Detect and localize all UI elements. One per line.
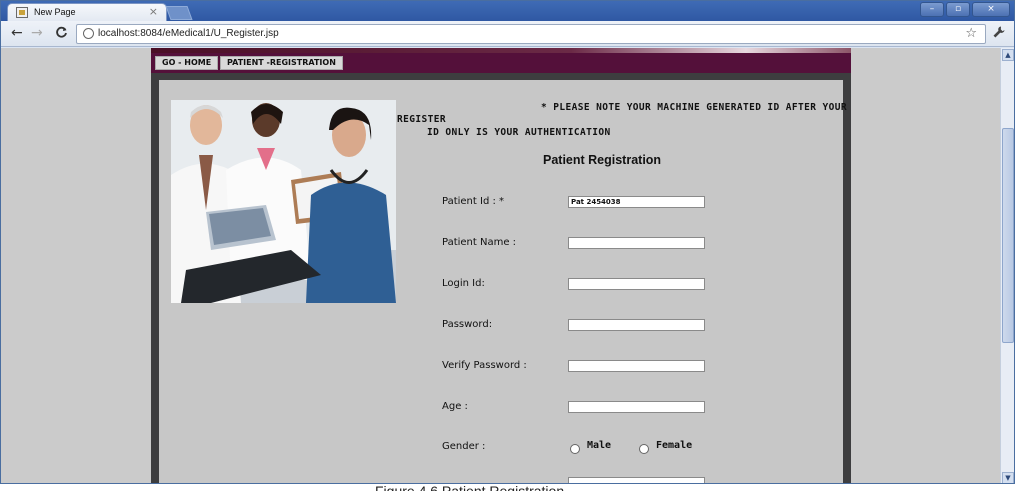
next-field-input[interactable] <box>568 477 705 483</box>
gender-male-radio[interactable] <box>570 444 580 454</box>
new-tab-button[interactable] <box>165 6 193 20</box>
gender-label: Gender : <box>442 441 486 452</box>
notice-line-1: * PLEASE NOTE YOUR MACHINE GENERATED ID … <box>541 102 847 113</box>
patient-id-input[interactable]: Pat 2454038 <box>568 196 705 208</box>
notice-line-3: ID ONLY IS YOUR AUTHENTICATION <box>427 127 611 138</box>
notice-line-2: REGISTER <box>397 114 446 125</box>
tab-close-icon[interactable]: × <box>149 5 158 18</box>
browser-tab[interactable]: New Page × <box>7 3 167 21</box>
vertical-scrollbar[interactable]: ▲ ▼ <box>1000 48 1014 483</box>
maximize-button[interactable]: ▫ <box>946 2 970 17</box>
form-title: Patient Registration <box>543 153 662 167</box>
password-input[interactable] <box>568 319 705 331</box>
address-bar[interactable]: localhost:8084/eMedical1/U_Register.jsp … <box>76 24 986 44</box>
menu-patient-registration[interactable]: PATIENT -REGISTRATION <box>220 56 343 70</box>
figure-caption: Figure 4.6 Patient Registration <box>375 483 565 491</box>
bookmark-star-icon[interactable]: ☆ <box>965 26 977 41</box>
scroll-thumb[interactable] <box>1002 128 1014 343</box>
reload-icon[interactable] <box>55 26 68 43</box>
scroll-up-arrow-icon[interactable]: ▲ <box>1002 49 1014 61</box>
password-label: Password: <box>442 319 493 330</box>
login-id-input[interactable] <box>568 278 705 290</box>
window-controls: – ▫ × <box>920 2 1010 17</box>
menu-go-home[interactable]: GO - HOME <box>155 56 219 70</box>
verify-password-input[interactable] <box>568 360 705 372</box>
tab-title: New Page <box>34 7 76 17</box>
gender-female-label: Female <box>656 440 693 451</box>
site-frame: GO - HOME PATIENT -REGISTRATION * PLEASE… <box>151 48 851 483</box>
scroll-down-arrow-icon[interactable]: ▼ <box>1002 472 1014 483</box>
site-menu-bar: GO - HOME PATIENT -REGISTRATION <box>151 53 851 73</box>
verify-password-label: Verify Password : <box>442 360 527 371</box>
content-area: * PLEASE NOTE YOUR MACHINE GENERATED ID … <box>159 80 847 483</box>
age-input[interactable] <box>568 401 705 413</box>
page-favicon-icon <box>16 7 28 18</box>
minimize-button[interactable]: – <box>920 2 944 17</box>
browser-window: New Page × – ▫ × ← → localhost:8084/eMed… <box>0 0 1015 484</box>
wrench-menu-icon[interactable] <box>992 25 1006 43</box>
close-window-button[interactable]: × <box>972 2 1010 17</box>
medical-staff-photo <box>171 100 396 303</box>
gender-female-radio[interactable] <box>639 444 649 454</box>
page-info-icon[interactable] <box>83 28 94 39</box>
back-arrow-icon[interactable]: ← <box>11 25 23 41</box>
patient-name-label: Patient Name : <box>442 237 517 248</box>
age-label: Age : <box>442 401 468 412</box>
gender-male-label: Male <box>587 440 612 451</box>
forward-arrow-icon[interactable]: → <box>31 25 43 41</box>
browser-toolbar: ← → localhost:8084/eMedical1/U_Register.… <box>1 21 1014 47</box>
patient-name-input[interactable] <box>568 237 705 249</box>
url-text: localhost:8084/eMedical1/U_Register.jsp <box>98 28 279 39</box>
patient-id-label: Patient Id : * <box>442 196 505 207</box>
login-id-label: Login Id: <box>442 278 485 289</box>
page-viewport: GO - HOME PATIENT -REGISTRATION * PLEASE… <box>1 48 1001 483</box>
tab-strip: New Page × – ▫ × <box>1 1 1014 21</box>
